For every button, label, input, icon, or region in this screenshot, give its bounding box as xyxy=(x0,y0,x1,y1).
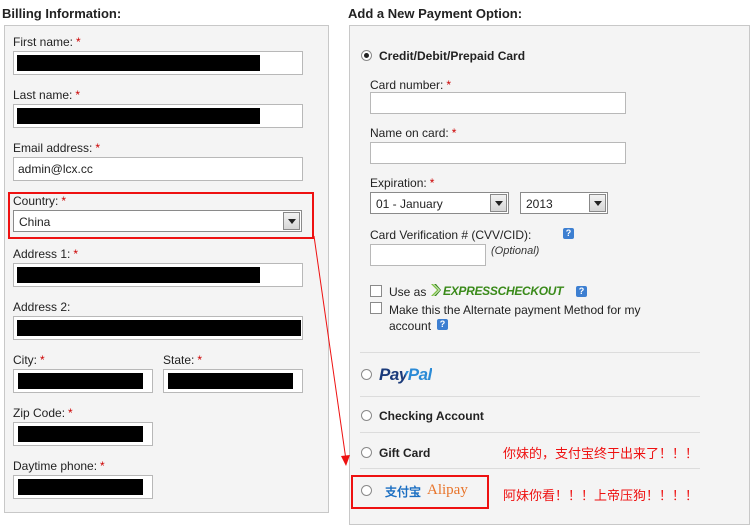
annotation-arrow xyxy=(313,235,350,466)
